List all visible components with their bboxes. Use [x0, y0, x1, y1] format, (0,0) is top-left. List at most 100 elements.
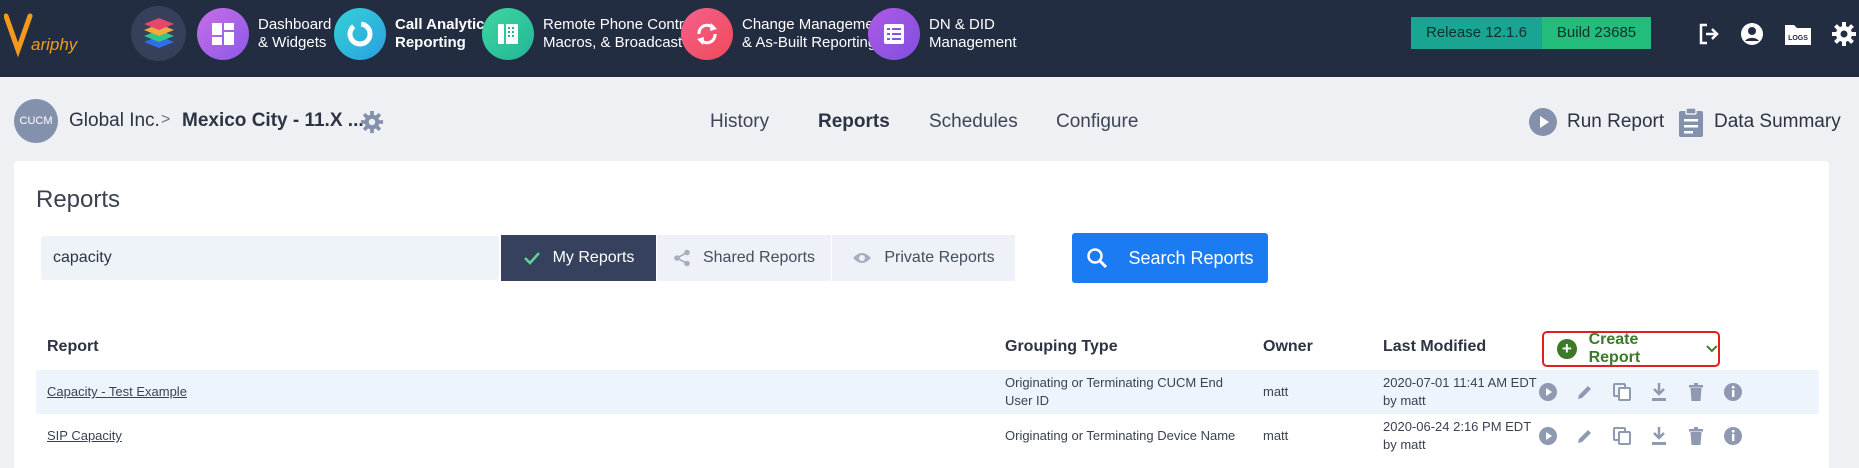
tab-reports[interactable]: Reports: [818, 111, 890, 133]
modified-by: by matt: [1383, 393, 1426, 408]
grouping-type-line1: Originating or Terminating Device Name: [1005, 428, 1236, 443]
table-row: Capacity - Test Example Originating or T…: [36, 370, 1819, 414]
copy-icon[interactable]: [1610, 424, 1634, 448]
filter-my-reports[interactable]: My Reports: [501, 235, 656, 281]
filter-private-reports[interactable]: Private Reports: [832, 235, 1015, 281]
chevron-down-icon: [1706, 345, 1718, 353]
nav-label-line1: DN & DID: [929, 16, 995, 33]
dn-did-icon: [868, 8, 920, 60]
grouping-type-cell: Originating or Terminating CUCM End User…: [1005, 374, 1223, 410]
copy-icon[interactable]: [1610, 380, 1634, 404]
nav-label-line1: Change Management: [742, 16, 887, 33]
filter-shared-reports[interactable]: Shared Reports: [657, 235, 831, 281]
nav-label-line1: Remote Phone Control,: [543, 16, 700, 33]
grouping-type-cell: Originating or Terminating Device Name: [1005, 427, 1235, 445]
user-icon[interactable]: [1737, 19, 1767, 49]
run-report-button[interactable]: Run Report: [1528, 104, 1664, 140]
release-label: Release 12.1.6: [1411, 17, 1542, 49]
nav-label-line2: Reporting: [395, 34, 466, 51]
nav-label-line1: Call Analytics: [395, 16, 493, 33]
search-input[interactable]: [41, 236, 499, 280]
tab-history[interactable]: History: [710, 111, 769, 133]
remote-phone-icon: [482, 8, 534, 60]
column-header-owner[interactable]: Owner: [1263, 338, 1313, 356]
modified-date: 2020-06-24 2:16 PM EDT: [1383, 419, 1532, 434]
report-name-link[interactable]: SIP Capacity: [47, 427, 122, 445]
column-header-grouping-type[interactable]: Grouping Type: [1005, 338, 1118, 356]
filter-my-reports-label: My Reports: [552, 249, 635, 266]
breadcrumb-org[interactable]: Global Inc.: [69, 110, 160, 132]
version-badge: Release 12.1.6 Build 23685: [1411, 17, 1652, 49]
logout-icon[interactable]: [1694, 19, 1724, 49]
page-title: Reports: [36, 186, 121, 213]
run-report-label: Run Report: [1567, 111, 1665, 132]
plus-circle-icon: +: [1557, 339, 1577, 359]
top-navigation-bar: ariphy Dashboard & Widgets Call Analytics…: [0, 0, 1859, 77]
row-actions: [1536, 424, 1758, 448]
tab-schedules[interactable]: Schedules: [929, 111, 1018, 133]
logs-label: LOGS: [1788, 35, 1808, 42]
run-report-icon[interactable]: [1536, 380, 1560, 404]
dashboard-icon: [197, 8, 249, 60]
row-actions: [1536, 380, 1758, 404]
trash-icon[interactable]: [1684, 424, 1708, 448]
owner-cell: matt: [1263, 384, 1289, 399]
trash-icon[interactable]: [1684, 380, 1708, 404]
download-icon[interactable]: [1647, 380, 1671, 404]
run-report-icon[interactable]: [1536, 424, 1560, 448]
create-report-label: Create Report: [1588, 331, 1641, 366]
nav-dn-did-management[interactable]: DN & DID Management: [868, 8, 1017, 60]
nav-dashboard-widgets[interactable]: Dashboard & Widgets: [197, 8, 331, 60]
edit-icon[interactable]: [1573, 424, 1597, 448]
edit-icon[interactable]: [1573, 380, 1597, 404]
data-summary-button[interactable]: Data Summary: [1677, 104, 1841, 140]
filter-shared-reports-label: Shared Reports: [702, 249, 816, 266]
share-icon: [674, 249, 690, 267]
nav-label-line2: & Widgets: [258, 34, 327, 51]
info-icon[interactable]: [1721, 380, 1745, 404]
nav-call-analytics[interactable]: Call Analytics Reporting: [334, 8, 493, 60]
column-header-last-modified[interactable]: Last Modified: [1383, 338, 1486, 356]
info-icon[interactable]: [1721, 424, 1745, 448]
nav-label-line1: Dashboard: [258, 16, 332, 33]
site-settings-icon[interactable]: [360, 110, 384, 134]
settings-icon[interactable]: [1829, 19, 1859, 49]
column-header-report[interactable]: Report: [47, 338, 99, 356]
build-label: Build 23685: [1541, 17, 1652, 49]
last-modified-cell: 2020-07-01 11:41 AM EDT by matt: [1383, 374, 1537, 410]
create-report-button[interactable]: + Create Report: [1542, 331, 1720, 367]
report-name-link[interactable]: Capacity - Test Example: [47, 383, 187, 401]
nav-label-line2: & As-Built Reporting: [742, 34, 877, 51]
search-reports-label: Search Reports: [1128, 247, 1254, 268]
layers-app-button[interactable]: [131, 6, 186, 61]
breadcrumb-site[interactable]: Mexico City - 11.X ...: [182, 110, 364, 132]
logs-icon[interactable]: LOGS: [1783, 19, 1813, 49]
cucm-badge[interactable]: CUCM: [14, 99, 58, 143]
svg-text:ariphy: ariphy: [31, 35, 79, 54]
layers-icon: [144, 18, 174, 48]
reports-panel: Reports My Reports Shared Reports Privat…: [14, 161, 1829, 468]
check-icon: [523, 252, 540, 265]
grouping-type-line2: User ID: [1005, 393, 1050, 408]
modified-date: 2020-07-01 11:41 AM EDT: [1383, 375, 1537, 390]
download-icon[interactable]: [1647, 424, 1671, 448]
eye-icon: [853, 253, 872, 263]
play-circle-icon: [1529, 108, 1557, 136]
search-reports-button[interactable]: Search Reports: [1072, 233, 1268, 283]
tab-configure[interactable]: Configure: [1056, 111, 1138, 133]
breadcrumb-separator: >: [161, 111, 171, 128]
clipboard-icon: [1679, 107, 1703, 137]
nav-label-line2: Macros, & Broadcast: [543, 34, 683, 51]
data-summary-label: Data Summary: [1714, 111, 1841, 132]
variphy-logo[interactable]: ariphy: [4, 10, 88, 64]
nav-remote-phone-control[interactable]: Remote Phone Control, Macros, & Broadcast: [482, 8, 700, 60]
modified-by: by matt: [1383, 437, 1426, 452]
nav-label-line2: Management: [929, 34, 1017, 51]
table-row: SIP Capacity Originating or Terminating …: [36, 414, 1819, 458]
call-analytics-icon: [334, 8, 386, 60]
search-icon: [1087, 248, 1108, 269]
owner-cell: matt: [1263, 428, 1289, 443]
change-management-icon: [681, 8, 733, 60]
nav-change-management[interactable]: Change Management & As-Built Reporting: [681, 8, 886, 60]
filter-private-reports-label: Private Reports: [884, 249, 995, 266]
